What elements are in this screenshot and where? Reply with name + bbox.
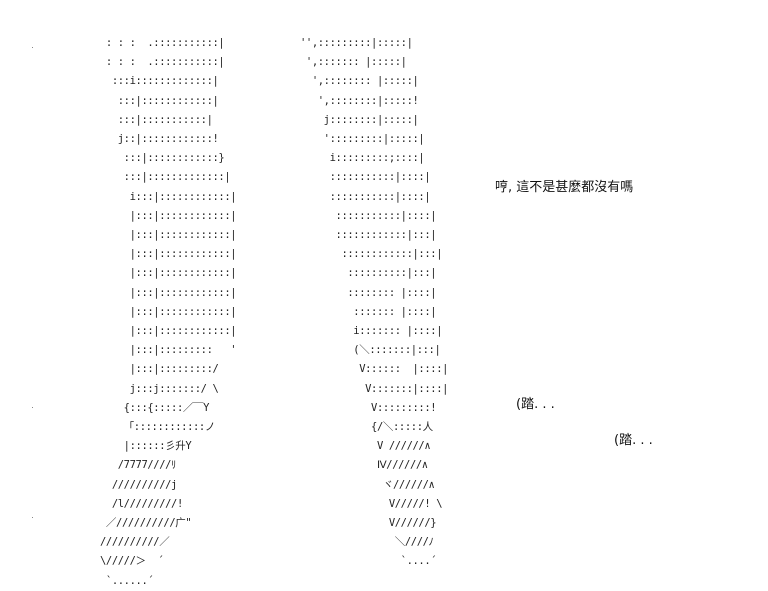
stray-dot	[32, 47, 33, 48]
speech-text: 哼, 這不是甚麼都沒有嗎	[495, 180, 634, 195]
footstep-sound-2: (踏. . .	[614, 433, 653, 448]
stray-dot	[32, 407, 33, 408]
left-leg-ascii: : : : .:::::::::::| : : : .:::::::::::| …	[100, 37, 237, 587]
stray-dot	[32, 517, 33, 518]
footstep-sound-1: (踏. . .	[516, 397, 555, 412]
right-leg-ascii: '',:::::::::|:::::| ',::::::: |:::::| ',…	[300, 37, 449, 568]
